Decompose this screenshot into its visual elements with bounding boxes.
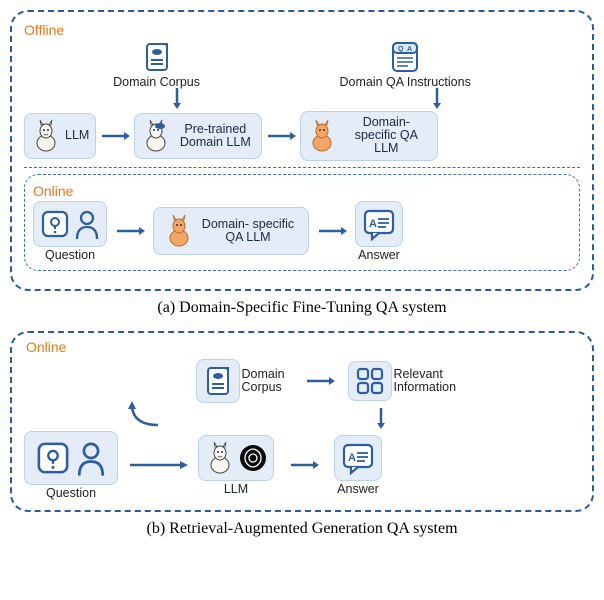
domain-corpus-label-b: Domain Corpus <box>242 368 292 394</box>
answer-label-b: Answer <box>337 483 379 496</box>
answer-icon <box>362 207 396 241</box>
arrow-right-icon <box>284 458 324 472</box>
pretrained-node: Pre-trained Domain LLM <box>134 113 262 159</box>
arrow-right-icon <box>266 129 296 143</box>
online-subpanel-a: Online Question Domain- specific QA LLM … <box>24 174 580 271</box>
llm-node: LLM <box>24 113 96 159</box>
relevant-info-label: Relevant Information <box>394 368 469 394</box>
question-node-b <box>24 431 118 485</box>
llama-cloud-icon <box>141 119 171 153</box>
person-icon <box>75 438 107 478</box>
arrow-right-icon <box>128 458 188 472</box>
panel-b: Online Domain Corpus Relevant Informatio… <box>10 331 594 512</box>
domain-specific-label-a2: Domain- specific QA LLM <box>198 218 298 244</box>
llm-label-b: LLM <box>224 483 248 496</box>
domain-specific-label-a: Domain- specific QA LLM <box>341 116 431 155</box>
arrow-right-icon <box>115 224 145 238</box>
domain-specific-node-a: Domain- specific QA LLM <box>300 111 438 160</box>
document-icon <box>203 364 233 398</box>
arrow-down-icon <box>170 87 184 109</box>
answer-node-a <box>355 201 403 247</box>
question-label-b: Question <box>46 487 96 500</box>
offline-label: Offline <box>24 22 580 38</box>
domain-qa-label: Domain QA Instructions <box>340 76 471 89</box>
document-icon <box>142 40 172 74</box>
answer-label-a: Answer <box>358 249 400 262</box>
domain-corpus-label: Domain Corpus <box>113 76 200 89</box>
question-label-a: Question <box>45 249 95 262</box>
question-node-a <box>33 201 107 247</box>
domain-corpus-a: Domain Corpus <box>113 40 200 89</box>
llm-node-b <box>198 435 274 481</box>
llama-orange-icon <box>307 119 337 153</box>
arrow-right-icon <box>317 224 347 238</box>
domain-corpus-b: Domain Corpus <box>196 359 292 403</box>
caption-b: (b) Retrieval-Augmented Generation QA sy… <box>10 520 594 538</box>
arrow-down-icon <box>430 87 444 109</box>
arrow-right-icon <box>300 374 340 388</box>
curve-arrow-icon <box>124 399 164 429</box>
pretrained-label: Pre-trained Domain LLM <box>175 123 255 149</box>
llm-label: LLM <box>65 129 89 142</box>
grid-icon <box>355 366 385 396</box>
llama-orange-icon <box>164 214 194 248</box>
arrow-down-icon <box>374 407 388 429</box>
domain-qa-instructions: Domain QA Instructions <box>340 40 471 89</box>
arrow-right-icon <box>100 129 130 143</box>
answer-icon <box>341 441 375 475</box>
gpt-icon <box>239 444 267 472</box>
llama-icon <box>31 119 61 153</box>
panel-a: Offline Domain Corpus Domain QA Instruct… <box>10 10 594 291</box>
answer-node-b <box>334 435 382 481</box>
llama-icon <box>205 441 235 475</box>
question-box-icon <box>40 207 70 241</box>
question-box-icon <box>35 438 71 478</box>
person-icon <box>74 207 100 241</box>
online-label-a: Online <box>33 183 571 199</box>
qa-card-icon <box>390 40 420 74</box>
divider <box>24 167 580 168</box>
relevant-info: Relevant Information <box>348 361 469 401</box>
online-label-b: Online <box>26 339 66 355</box>
caption-a: (a) Domain-Specific Fine-Tuning QA syste… <box>10 299 594 317</box>
domain-specific-node-a2: Domain- specific QA LLM <box>153 207 309 255</box>
